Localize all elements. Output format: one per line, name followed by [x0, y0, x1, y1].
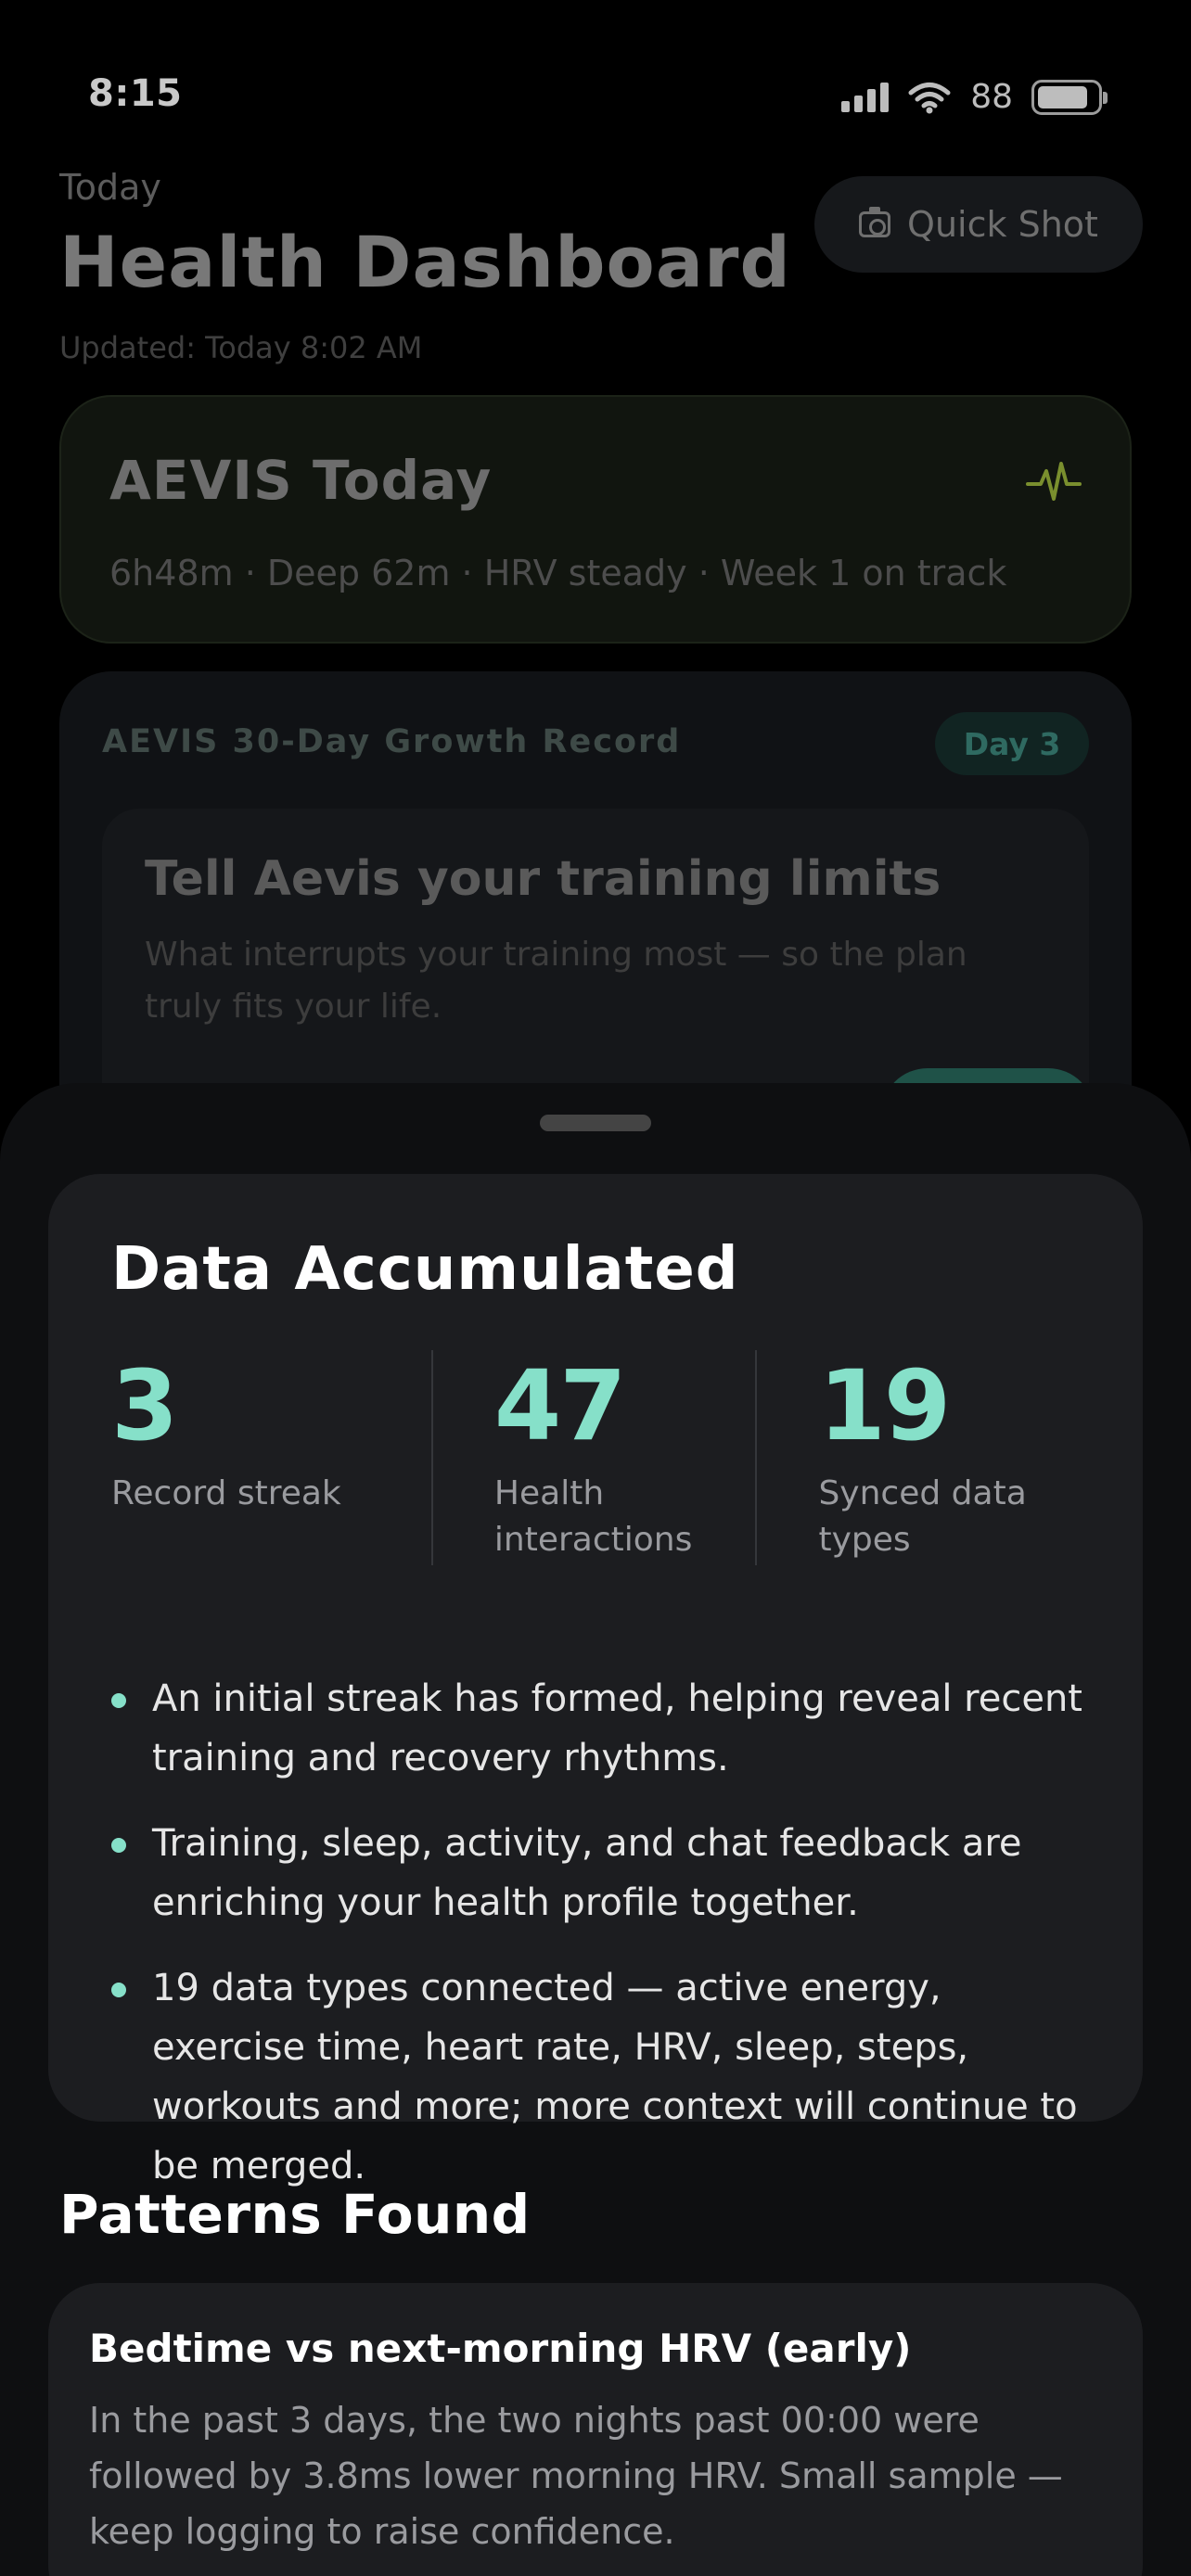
task-title: Tell Aevis your training limits: [145, 851, 941, 907]
sheet-grabber[interactable]: [540, 1115, 651, 1131]
bullet-dot-icon: [111, 1838, 126, 1853]
quick-shot-button[interactable]: Quick Shot: [814, 176, 1143, 273]
insight-text: An initial streak has formed, helping re…: [152, 1677, 1082, 1779]
dashboard-background: 8:15 88 Today Health Dashboard Updated: …: [0, 0, 1191, 1154]
insight-list: An initial streak has formed, helping re…: [111, 1669, 1095, 2222]
stat-value: 19: [818, 1349, 951, 1462]
quick-shot-label: Quick Shot: [907, 204, 1098, 245]
patterns-section-title: Patterns Found: [59, 2183, 531, 2246]
growth-record-card: AEVIS 30-Day Growth Record Day 3 Tell Ae…: [59, 671, 1132, 1154]
insight-text: Training, sleep, activity, and chat feed…: [152, 1822, 1022, 1924]
pattern-description: In the past 3 days, the two nights past …: [89, 2400, 1063, 2552]
stats-row: 3 Record streak 47 Health interactions 1…: [111, 1350, 1080, 1565]
status-time: 8:15: [88, 72, 183, 115]
aevis-today-card[interactable]: AEVIS Today 6h48m · Deep 62m · HRV stead…: [59, 395, 1132, 644]
stat-label: Record streak: [111, 1474, 341, 1512]
list-item: 19 data types connected — active energy,…: [111, 1958, 1095, 2196]
updated-timestamp: Updated: Today 8:02 AM: [59, 330, 423, 365]
stat-synced-data-types: 19 Synced data types: [755, 1350, 1080, 1565]
data-accumulated-card: Data Accumulated 3 Record streak 47 Heal…: [48, 1174, 1143, 2187]
today-card-title: AEVIS Today: [109, 449, 493, 512]
header-subtitle: Today: [59, 167, 161, 208]
data-accumulated-sheet: Data Accumulated 3 Record streak 47 Heal…: [0, 1083, 1191, 2576]
page-title: Health Dashboard: [59, 221, 791, 303]
wifi-icon: [908, 82, 951, 113]
status-icons: 88: [841, 78, 1108, 116]
pulse-icon: [1026, 462, 1082, 501]
growth-record-title: AEVIS 30-Day Growth Record: [102, 723, 682, 760]
battery-icon: [1031, 79, 1108, 115]
day-badge: Day 3: [935, 712, 1089, 775]
battery-percent: 88: [970, 78, 1013, 116]
pattern-card[interactable]: Bedtime vs next-morning HRV (early) In t…: [48, 2283, 1143, 2576]
pattern-heading: Bedtime vs next-morning HRV (early): [89, 2326, 912, 2371]
list-item: Training, sleep, activity, and chat feed…: [111, 1814, 1095, 1932]
bullet-dot-icon: [111, 1693, 126, 1708]
bullet-dot-icon: [111, 1983, 126, 1997]
list-item: An initial streak has formed, helping re…: [111, 1669, 1095, 1788]
stat-label: Health interactions: [493, 1474, 693, 1559]
status-bar: 8:15 88: [0, 0, 1191, 185]
stat-health-interactions: 47 Health interactions: [430, 1349, 756, 1565]
stat-label: Synced data types: [818, 1474, 1027, 1559]
today-card-summary: 6h48m · Deep 62m · HRV steady · Week 1 o…: [109, 553, 1007, 593]
stat-value: 3: [111, 1349, 178, 1462]
task-description: What interrupts your training most — so …: [145, 936, 967, 1026]
insight-text: 19 data types connected — active energy,…: [152, 1967, 1078, 2187]
stat-value: 47: [493, 1349, 627, 1462]
signal-icon: [841, 82, 890, 112]
stat-record-streak: 3 Record streak: [111, 1350, 431, 1565]
data-accumulated-title: Data Accumulated: [111, 1235, 739, 1304]
camera-icon: [859, 207, 891, 237]
